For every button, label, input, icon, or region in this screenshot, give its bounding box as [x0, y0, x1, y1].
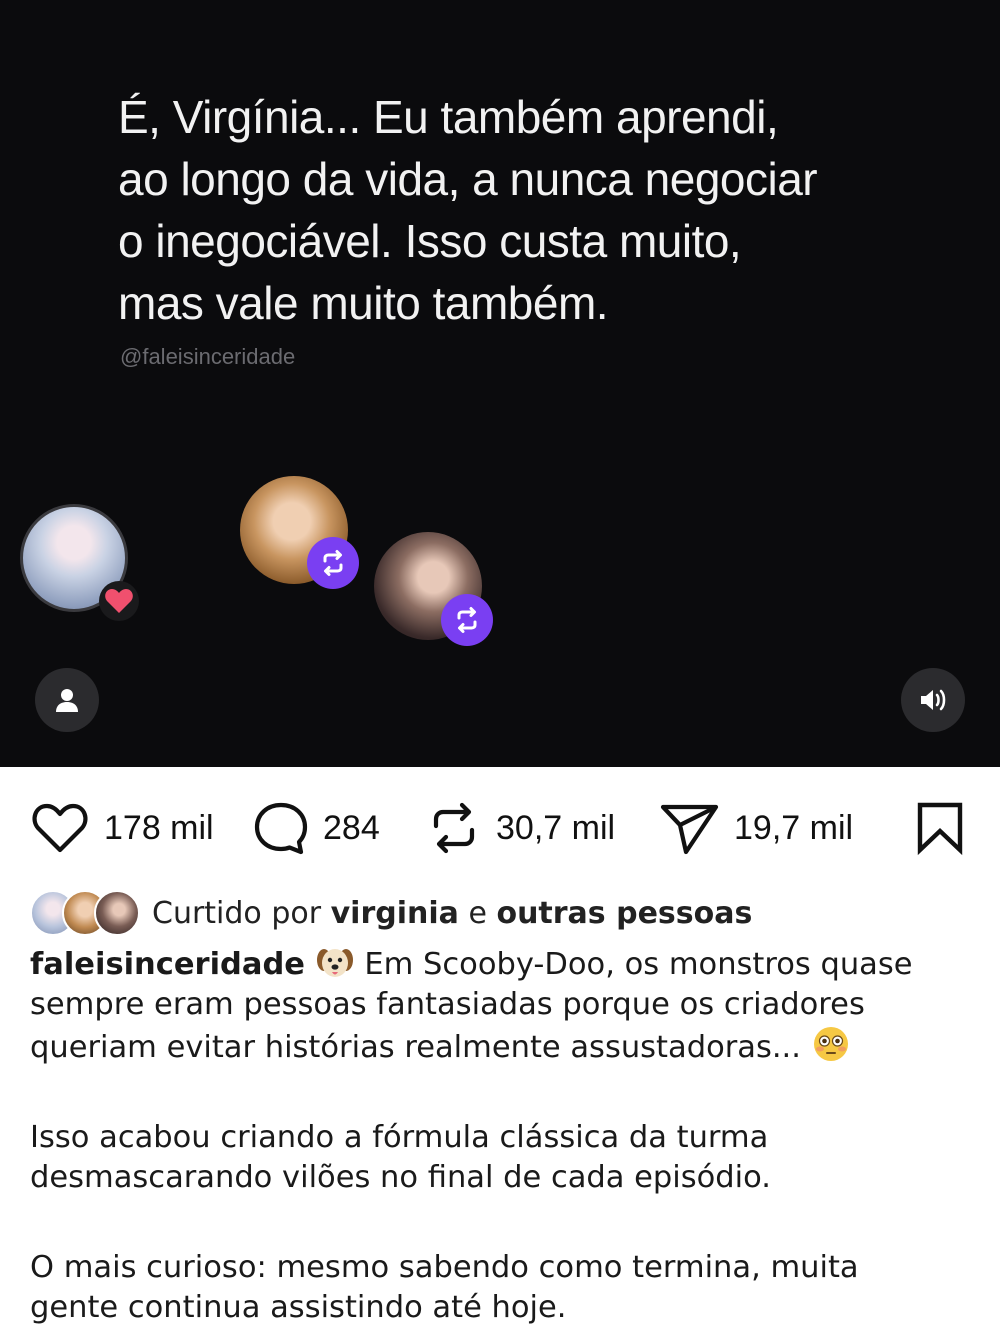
- caption-text: Em Scooby-Doo, os monstros quase: [364, 947, 913, 982]
- caption-line: gente continua assistindo até hoje.: [30, 1290, 567, 1325]
- liker-mini-avatar: [94, 890, 140, 936]
- like-count: 178 mil: [104, 808, 214, 847]
- share-count: 19,7 mil: [734, 808, 854, 847]
- quote-handle: @faleisinceridade: [120, 344, 296, 369]
- post-caption: faleisinceridade Em Scooby-Doo, os monst…: [30, 944, 980, 1328]
- liked-by-user-link[interactable]: virginia: [331, 896, 459, 931]
- liked-by-others-link[interactable]: outras pessoas: [496, 896, 752, 931]
- liked-by-text: Curtido por virginia e outras pessoas: [152, 896, 752, 931]
- repost-button[interactable]: 30,7 mil: [426, 790, 615, 866]
- liked-by-prefix: Curtido por: [152, 895, 322, 931]
- speaker-icon: [921, 689, 946, 711]
- quote-line: É, Virgínia... Eu também aprendi,: [118, 91, 779, 143]
- flushed-face-icon: [813, 1027, 848, 1061]
- quote-line: ao longo da vida, a nunca negociar: [118, 153, 818, 205]
- quote-line: o inegociável. Isso custa muito,: [118, 215, 742, 267]
- caption-line: sempre eram pessoas fantasiadas porque o…: [30, 987, 865, 1022]
- bookmark-icon: [917, 802, 963, 856]
- save-button[interactable]: [914, 790, 966, 866]
- caption-line: O mais curioso: mesmo sabendo como termi…: [30, 1250, 859, 1285]
- repost-badge-icon: [307, 537, 359, 589]
- heart-badge-icon: [99, 581, 139, 621]
- repost-icon: [433, 802, 475, 854]
- quote-text: É, Virgínia... Eu também aprendi, ao lon…: [118, 86, 938, 334]
- caption-username[interactable]: faleisinceridade: [30, 947, 305, 982]
- quote-line: mas vale muito também.: [118, 277, 609, 329]
- caption-line: queriam evitar histórias realmente assus…: [30, 1030, 801, 1065]
- caption-line: desmascarando vilões no final de cada ep…: [30, 1160, 771, 1195]
- tagged-users-button[interactable]: [35, 668, 99, 732]
- sound-toggle-button[interactable]: [901, 668, 965, 732]
- comment-count: 284: [323, 808, 380, 847]
- repost-badge-icon: [441, 594, 493, 646]
- liked-by-row[interactable]: Curtido por virginia e outras pessoas: [30, 886, 752, 940]
- liked-by-connector: e: [468, 895, 487, 931]
- post-media[interactable]: É, Virgínia... Eu também aprendi, ao lon…: [0, 0, 1000, 767]
- send-icon: [660, 804, 719, 855]
- share-button[interactable]: 19,7 mil: [660, 790, 853, 866]
- post-actions: 178 mil 284 30,7 mil 19,7 mil: [0, 790, 1000, 870]
- user-icon: [56, 689, 78, 712]
- caption-line: Isso acabou criando a fórmula clássica d…: [30, 1120, 769, 1155]
- like-button[interactable]: 178 mil: [30, 790, 214, 866]
- comment-icon: [254, 802, 308, 855]
- heart-icon: [32, 803, 88, 853]
- repost-count: 30,7 mil: [496, 808, 616, 847]
- dog-face-icon: [316, 949, 353, 977]
- comment-button[interactable]: 284: [253, 790, 380, 866]
